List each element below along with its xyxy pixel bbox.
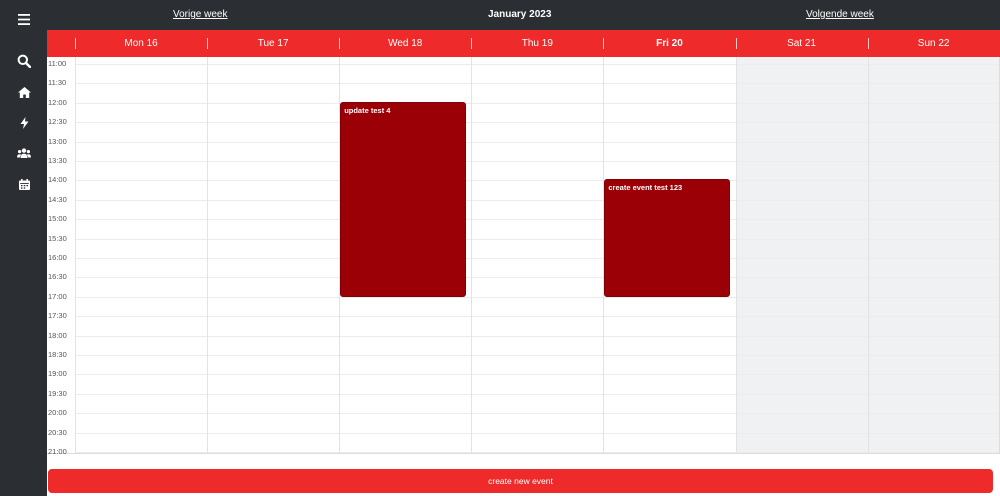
event-title: create event test 123	[608, 183, 683, 193]
time-slot-line	[75, 296, 1000, 298]
day-header-tue-17: Tue 17	[207, 30, 339, 57]
day-header-row: Mon 16 Tue 17 Wed 18 Thu 19 Fri 20 Sat 21 Sun …	[47, 30, 1000, 57]
time-label: 11:00	[48, 59, 67, 68]
day-header-wed-18: Wed 18	[339, 30, 471, 57]
time-label: 20:00	[48, 408, 67, 418]
time-label: 18:30	[48, 350, 67, 359]
time-slot-line	[75, 199, 1000, 201]
sidebar	[0, 0, 47, 496]
day-header-divider	[735, 38, 737, 49]
day-header-label: Mon 16	[124, 38, 158, 49]
day-column-divider	[75, 57, 76, 453]
time-slot-line	[75, 64, 1000, 65]
time-slot-line	[75, 161, 1000, 162]
day-column-divider	[735, 57, 737, 453]
calendar-app: Vorige week January 2023 Volgende week M…	[0, 0, 1000, 496]
day-column-divider	[207, 57, 209, 453]
time-slot-line	[75, 316, 1000, 318]
day-header-label: Fri 20	[656, 38, 683, 49]
time-slot-line	[75, 452, 1000, 453]
time-slot-line	[75, 413, 1000, 415]
day-header-divider	[867, 38, 869, 49]
time-label: 17:00	[48, 291, 67, 301]
time-slot-line	[75, 335, 1000, 337]
create-new-event-button[interactable]: create new event	[48, 469, 993, 493]
time-label: 21:00	[48, 447, 67, 456]
time-slot-line	[75, 83, 1000, 85]
time-slot-line	[75, 277, 1000, 279]
next-week-link[interactable]: Volgende week	[806, 9, 874, 20]
time-label: 12:00	[48, 97, 67, 107]
day-header-divider	[207, 38, 209, 49]
time-slot-line	[75, 258, 1000, 259]
time-label: 17:30	[48, 311, 67, 321]
time-slot-line	[75, 432, 1000, 434]
day-header-label: Thu 19	[521, 38, 553, 49]
day-header-sat-21: Sat 21	[736, 30, 868, 57]
time-slot-line	[75, 122, 1000, 124]
time-slot-line	[75, 180, 1000, 182]
time-slot-line	[75, 238, 1000, 240]
time-label: 11:30	[48, 78, 67, 88]
day-header-mon-16: Mon 16	[75, 30, 207, 57]
day-header-sun-22: Sun 22	[868, 30, 1000, 57]
month-title: January 2023	[488, 9, 552, 20]
search-icon[interactable]	[13, 50, 35, 72]
day-header-label: Sat 21	[787, 38, 816, 49]
time-label: 13:00	[48, 136, 67, 146]
time-label: 19:00	[48, 369, 67, 379]
time-slot-line	[75, 355, 1000, 356]
day-header-divider	[339, 38, 341, 49]
week-grid: 11:00 11:30 12:00 12:30 13:00 13:30 14:00 14:30…	[47, 57, 1000, 456]
day-header-label: Sun 22	[917, 38, 950, 49]
bolt-icon[interactable]	[13, 112, 35, 134]
previous-week-link[interactable]: Vorige week	[173, 9, 227, 20]
time-label: 20:30	[48, 427, 67, 437]
time-label: 16:30	[48, 272, 67, 282]
week-navigation-bar: Vorige week January 2023 Volgende week	[47, 0, 1000, 30]
day-column-divider	[867, 57, 869, 453]
time-label: 12:30	[48, 117, 67, 127]
calendar-event[interactable]: create event test 123	[604, 179, 731, 297]
time-label: 14:30	[48, 194, 67, 204]
time-label: 18:00	[48, 330, 67, 340]
time-label: 15:00	[48, 214, 67, 224]
users-icon[interactable]	[13, 142, 35, 164]
day-header-label: Wed 18	[388, 38, 423, 49]
day-header-fri-20: Fri 20	[603, 30, 735, 57]
time-slot-line	[75, 393, 1000, 395]
event-title: update test 4	[344, 105, 391, 115]
day-header-label: Tue 17	[257, 38, 289, 49]
time-label: 13:30	[48, 156, 67, 165]
time-slot-line	[75, 374, 1000, 376]
time-slot-line	[75, 102, 1000, 104]
calendar-icon[interactable]	[13, 173, 35, 195]
time-label: 14:00	[48, 175, 67, 185]
day-header-divider	[75, 38, 76, 49]
time-slot-line	[75, 219, 1000, 221]
time-label: 15:30	[48, 233, 67, 243]
day-column-divider	[471, 57, 473, 453]
time-slot-line	[75, 141, 1000, 143]
day-header-divider	[471, 38, 473, 49]
home-icon[interactable]	[13, 81, 35, 103]
time-label: 19:30	[48, 388, 67, 398]
calendar-event[interactable]: update test 4	[340, 101, 467, 297]
time-label: 16:00	[48, 253, 67, 262]
menu-icon[interactable]	[13, 8, 35, 30]
day-header-thu-19: Thu 19	[471, 30, 603, 57]
day-header-divider	[603, 38, 605, 49]
